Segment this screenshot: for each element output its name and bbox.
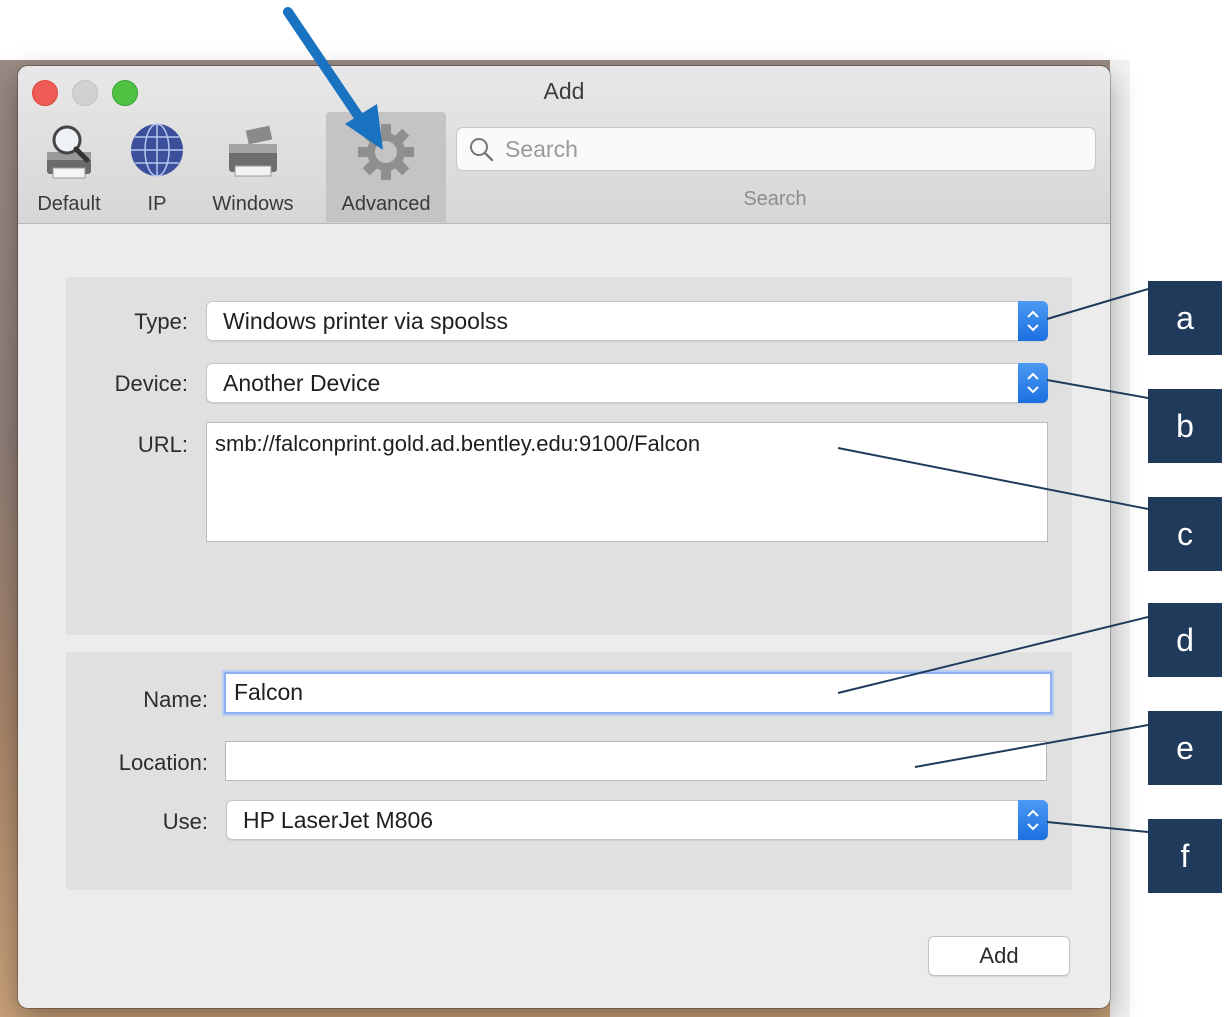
search-input[interactable]: Search — [456, 127, 1096, 171]
chevron-updown-icon — [1018, 301, 1048, 341]
add-printer-window: Add Default IP Windows Advanced Search S… — [18, 66, 1110, 1008]
url-field[interactable]: smb://falconprint.gold.ad.bentley.edu:91… — [206, 422, 1048, 542]
title-toolbar: Add Default IP Windows Advanced Search S… — [18, 66, 1110, 224]
name-field[interactable]: Falcon — [224, 672, 1052, 714]
use-popup[interactable]: HP LaserJet M806 — [226, 800, 1048, 840]
tab-ip[interactable]: IP — [118, 112, 196, 222]
url-value: smb://falconprint.gold.ad.bentley.edu:91… — [215, 431, 701, 456]
name-label: Name: — [143, 687, 208, 712]
type-value: Windows printer via spoolss — [223, 308, 509, 334]
windows-printer-icon — [221, 122, 285, 182]
search-icon — [470, 138, 494, 162]
type-label: Type: — [134, 309, 188, 334]
callout-c: c — [1148, 497, 1222, 571]
window-title: Add — [543, 78, 585, 104]
callout-d: d — [1148, 603, 1222, 677]
device-label: Device: — [114, 371, 188, 396]
device-popup[interactable]: Another Device — [206, 363, 1048, 403]
default-printer-icon — [37, 122, 101, 182]
tab-default[interactable]: Default — [26, 112, 112, 222]
globe-icon — [125, 122, 189, 182]
device-value: Another Device — [223, 370, 381, 396]
callout-a: a — [1148, 281, 1222, 355]
use-value: HP LaserJet M806 — [243, 807, 434, 833]
type-popup[interactable]: Windows printer via spoolss — [206, 301, 1048, 341]
location-field[interactable] — [225, 741, 1047, 781]
search-caption: Search — [743, 188, 807, 210]
gear-icon — [354, 122, 418, 182]
url-label: URL: — [137, 432, 188, 457]
add-button[interactable]: Add — [928, 936, 1070, 976]
tab-ip-label: IP — [147, 193, 167, 215]
tab-windows-label: Windows — [212, 193, 294, 215]
chevron-updown-icon — [1018, 363, 1048, 403]
chevron-updown-icon — [1018, 800, 1048, 840]
tab-windows[interactable]: Windows — [200, 112, 306, 222]
callout-e: e — [1148, 711, 1222, 785]
tab-advanced[interactable]: Advanced — [326, 112, 446, 222]
use-label: Use: — [162, 809, 208, 834]
tab-advanced-label: Advanced — [341, 193, 431, 215]
name-value: Falcon — [234, 679, 304, 705]
tab-default-label: Default — [37, 193, 101, 215]
search-placeholder: Search — [505, 136, 578, 162]
desktop-background-strip — [1110, 60, 1130, 1017]
callout-b: b — [1148, 389, 1222, 463]
callout-f: f — [1148, 819, 1222, 893]
location-label: Location: — [118, 750, 208, 775]
